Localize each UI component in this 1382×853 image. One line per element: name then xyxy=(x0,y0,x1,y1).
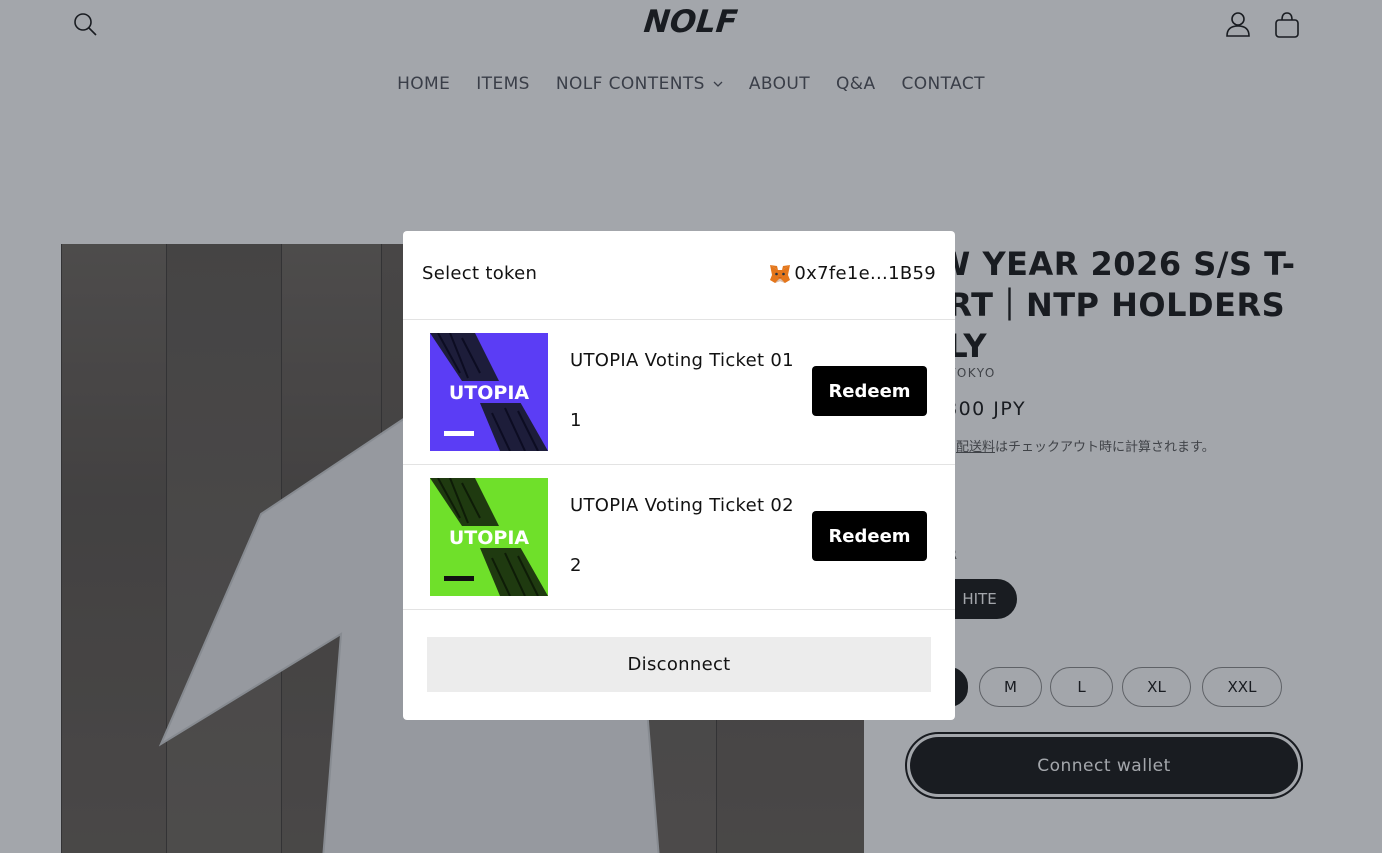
token-quantity: 1 xyxy=(570,410,582,431)
modal-title: Select token xyxy=(422,263,538,284)
token-row: UTOPIA UTOPIA Voting Ticket 02 2 Redeem xyxy=(403,465,955,610)
token-row: UTOPIA UTOPIA Voting Ticket 01 1 Redeem xyxy=(403,320,955,465)
token-image-utopia-01: UTOPIA xyxy=(430,333,548,451)
svg-text:UTOPIA: UTOPIA xyxy=(449,382,530,404)
token-name: UTOPIA Voting Ticket 01 xyxy=(570,350,794,371)
svg-text:UTOPIA: UTOPIA xyxy=(449,527,530,549)
redeem-button[interactable]: Redeem xyxy=(812,511,927,561)
metamask-fox-icon xyxy=(770,264,791,283)
redeem-button[interactable]: Redeem xyxy=(812,366,927,416)
disconnect-button[interactable]: Disconnect xyxy=(427,637,931,692)
wallet-address: 0x7fe1e...1B59 xyxy=(769,263,936,284)
modal-header: Select token 0x7fe1e...1B59 xyxy=(403,231,955,320)
select-token-modal: Select token 0x7fe1e...1B59 UTOPIA UTOPI… xyxy=(403,231,955,720)
token-name: UTOPIA Voting Ticket 02 xyxy=(570,495,794,516)
token-quantity: 2 xyxy=(570,555,582,576)
token-image-utopia-02: UTOPIA xyxy=(430,478,548,596)
